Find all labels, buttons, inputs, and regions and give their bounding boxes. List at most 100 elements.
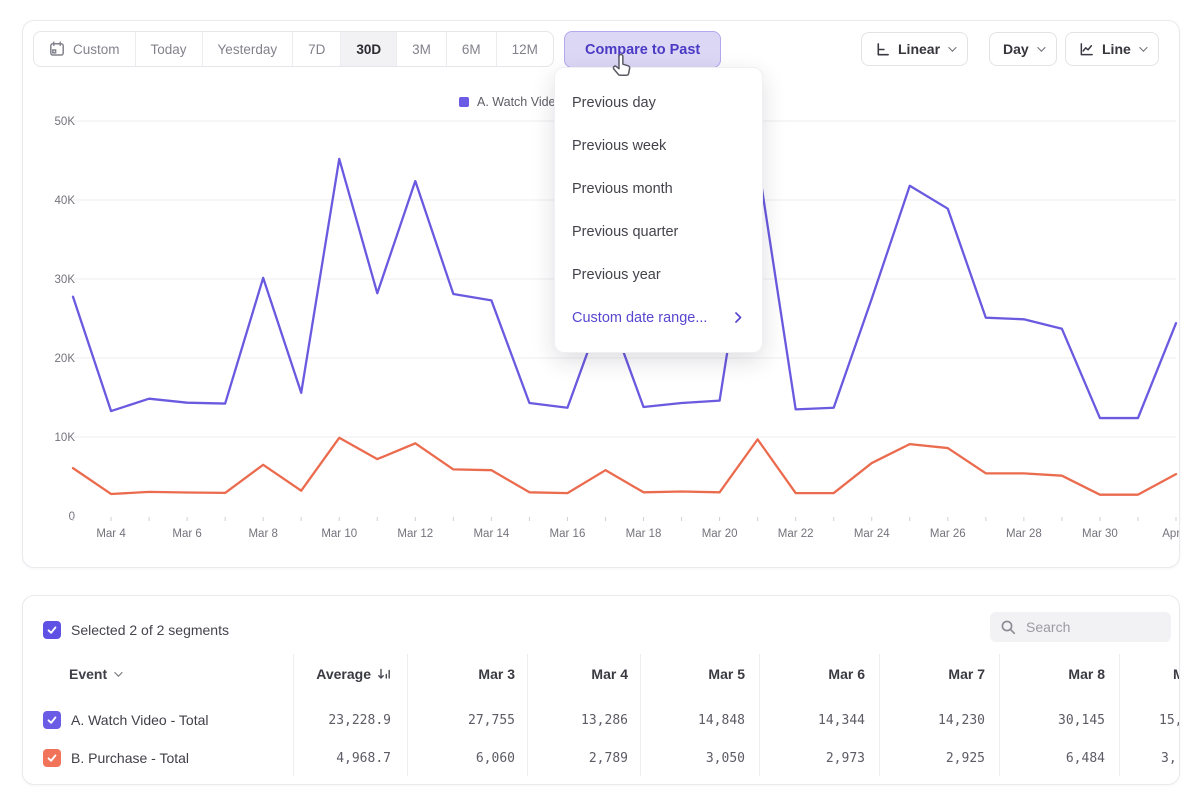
value-cell: 14,344	[818, 713, 865, 728]
x-axis-tick-label: Mar 12	[397, 528, 433, 540]
x-axis-tick-label: Mar 20	[702, 528, 738, 540]
chart-type-select[interactable]: Line	[1065, 32, 1159, 66]
x-axis-tick-label: Mar 14	[473, 528, 509, 540]
table-row-label: B. Purchase - Total	[71, 750, 189, 766]
x-axis-tick-label: Mar 26	[930, 528, 966, 540]
chevron-down-icon	[948, 43, 956, 51]
event-column-header[interactable]: Event	[69, 666, 120, 682]
menu-item-previous-week[interactable]: Previous week	[555, 124, 762, 167]
value-cell: 2,925	[946, 751, 985, 766]
value-cell: 6,484	[1066, 751, 1105, 766]
date-range-30d[interactable]: 30D	[340, 32, 396, 66]
analytics-page: CustomTodayYesterday7D30D3M6M12M Compare…	[0, 0, 1200, 802]
date-column-header: M	[1173, 666, 1180, 682]
date-range-6m[interactable]: 6M	[446, 32, 496, 66]
menu-item-previous-day[interactable]: Previous day	[555, 81, 762, 124]
column-separator	[1119, 654, 1120, 776]
value-cell: 30,145	[1058, 713, 1105, 728]
row-checkbox[interactable]	[43, 711, 61, 729]
sort-descending-icon	[377, 667, 391, 681]
y-axis-tick-label: 10K	[55, 432, 76, 444]
chart-type-select-label: Line	[1102, 41, 1131, 57]
average-column-header[interactable]: Average	[316, 666, 391, 682]
x-axis-tick-label: Mar 10	[321, 528, 357, 540]
x-axis-tick-label: Mar 18	[626, 528, 662, 540]
x-axis-tick-label: Mar 22	[778, 528, 814, 540]
segments-selected-label: Selected 2 of 2 segments	[71, 622, 229, 638]
date-range-7d[interactable]: 7D	[292, 32, 340, 66]
value-cell: 2,789	[589, 751, 628, 766]
row-checkbox[interactable]	[43, 749, 61, 767]
date-range-control: CustomTodayYesterday7D30D3M6M12M	[33, 31, 554, 67]
date-column-header: Mar 6	[828, 666, 865, 682]
chevron-right-icon	[735, 312, 742, 323]
column-separator	[640, 654, 641, 776]
compare-to-past-button[interactable]: Compare to Past	[564, 31, 721, 68]
date-column-header: Mar 4	[591, 666, 628, 682]
date-column-header: Mar 8	[1068, 666, 1105, 682]
date-column-header: Mar 5	[708, 666, 745, 682]
average-cell: 4,968.7	[336, 751, 391, 766]
x-axis-tick-label: Mar 4	[96, 528, 126, 540]
date-column-header: Mar 3	[478, 666, 515, 682]
linear-axis-icon	[875, 42, 890, 57]
date-range-3m[interactable]: 3M	[396, 32, 446, 66]
value-cell: 27,755	[468, 713, 515, 728]
interval-select-label: Day	[1003, 41, 1029, 57]
compare-dropdown-menu: Previous dayPrevious weekPrevious monthP…	[554, 67, 763, 353]
y-axis-tick-label: 40K	[55, 195, 76, 207]
value-cell: 3,050	[706, 751, 745, 766]
date-range-today[interactable]: Today	[135, 32, 202, 66]
date-range-custom[interactable]: Custom	[34, 32, 135, 66]
menu-item-previous-month[interactable]: Previous month	[555, 167, 762, 210]
value-cell: 13,286	[581, 713, 628, 728]
interval-select[interactable]: Day	[989, 32, 1057, 66]
value-cell: 15,	[1159, 713, 1180, 728]
y-axis-tick-label: 30K	[55, 274, 76, 286]
scale-select[interactable]: Linear	[861, 32, 968, 66]
chevron-down-icon	[1139, 43, 1147, 51]
series-line	[73, 438, 1176, 495]
y-axis-tick-label: 50K	[55, 116, 76, 128]
value-cell: 14,848	[698, 713, 745, 728]
chevron-down-icon	[114, 668, 122, 676]
column-separator	[759, 654, 760, 776]
x-axis-tick-label: Apr 1	[1162, 528, 1179, 540]
select-all-checkbox[interactable]	[43, 621, 61, 639]
table-row-label: A. Watch Video - Total	[71, 712, 208, 728]
series-a-swatch	[459, 97, 469, 107]
x-axis-tick-label: Mar 30	[1082, 528, 1118, 540]
column-separator	[407, 654, 408, 776]
x-axis-tick-label: Mar 24	[854, 528, 890, 540]
segments-card: Selected 2 of 2 segments Event Average M…	[22, 595, 1180, 785]
y-axis-tick-label: 0	[69, 511, 75, 523]
date-column-header: Mar 7	[948, 666, 985, 682]
line-chart-icon	[1079, 42, 1094, 57]
column-separator	[879, 654, 880, 776]
menu-item-previous-year[interactable]: Previous year	[555, 253, 762, 296]
menu-item-custom-date-range[interactable]: Custom date range...	[555, 296, 762, 339]
chevron-down-icon	[1037, 43, 1045, 51]
average-cell: 23,228.9	[328, 713, 391, 728]
menu-item-previous-quarter[interactable]: Previous quarter	[555, 210, 762, 253]
x-axis-tick-label: Mar 6	[172, 528, 201, 540]
date-range-12m[interactable]: 12M	[496, 32, 553, 66]
date-range-yesterday[interactable]: Yesterday	[202, 32, 293, 66]
x-axis-tick-label: Mar 16	[550, 528, 586, 540]
x-axis-tick-label: Mar 28	[1006, 528, 1042, 540]
y-axis-tick-label: 20K	[55, 353, 76, 365]
calendar-icon	[49, 41, 65, 57]
value-cell: 14,230	[938, 713, 985, 728]
search-icon	[1000, 619, 1017, 636]
search-box[interactable]	[990, 612, 1171, 642]
value-cell: 2,973	[826, 751, 865, 766]
column-separator	[293, 654, 294, 776]
value-cell: 6,060	[476, 751, 515, 766]
column-separator	[999, 654, 1000, 776]
chart-card: CustomTodayYesterday7D30D3M6M12M Compare…	[22, 20, 1180, 568]
column-separator	[527, 654, 528, 776]
value-cell: 3,	[1161, 751, 1177, 766]
x-axis-tick-label: Mar 8	[248, 528, 277, 540]
scale-select-label: Linear	[898, 41, 940, 57]
search-input[interactable]	[1026, 619, 1156, 635]
